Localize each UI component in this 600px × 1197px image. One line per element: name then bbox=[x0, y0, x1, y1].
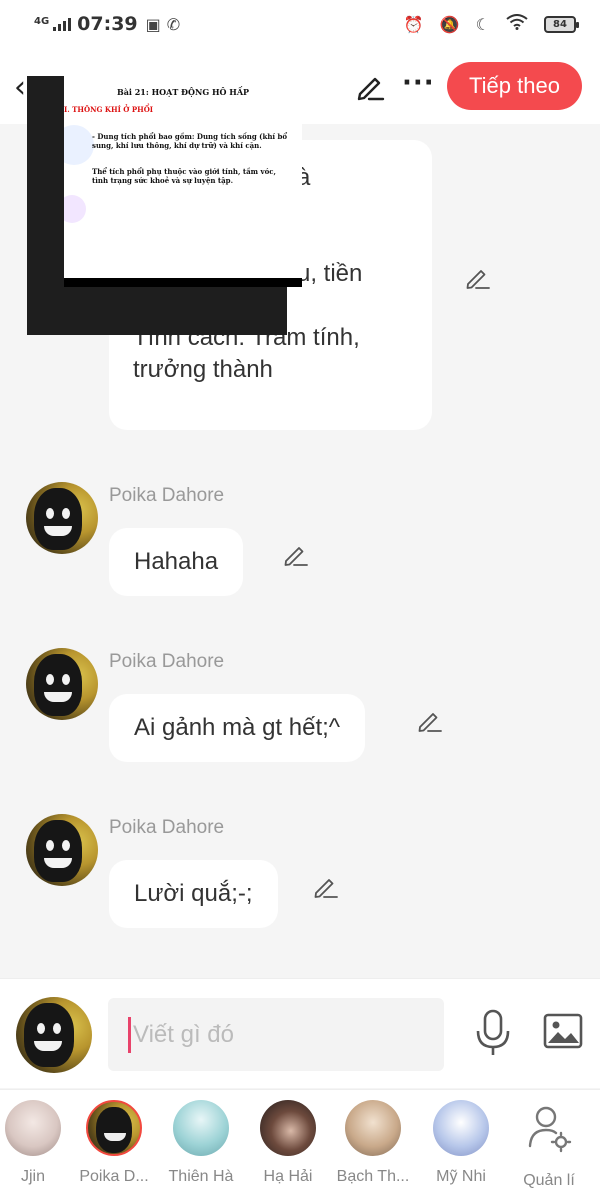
image-icon[interactable] bbox=[543, 1013, 583, 1049]
message-text-fragment: u, tiền bbox=[297, 260, 363, 287]
manage-label: Quản lí bbox=[523, 1172, 575, 1189]
character-label: Hạ Hải bbox=[263, 1168, 313, 1185]
phone-icon: ✆ bbox=[166, 14, 181, 34]
tab-character[interactable]: Jjin bbox=[0, 1100, 76, 1186]
edit-message-icon[interactable] bbox=[416, 706, 444, 734]
tab-manage[interactable]: Quản lí bbox=[506, 1100, 592, 1190]
tab-character[interactable]: Mỹ Nhi bbox=[418, 1100, 504, 1186]
sender-avatar[interactable] bbox=[26, 482, 98, 554]
slide-title: Bài 21: HOẠT ĐỘNG HÔ HẤP bbox=[116, 87, 250, 97]
slide-paragraph: Thể tích phổi phụ thuộc vào giới tính, t… bbox=[92, 167, 276, 185]
message-text: Hahaha bbox=[134, 548, 219, 575]
character-avatar bbox=[433, 1100, 489, 1156]
edit-message-icon[interactable] bbox=[312, 872, 340, 900]
battery-icon: 84 bbox=[544, 15, 579, 33]
alarm-icon: ⏰ bbox=[403, 14, 424, 34]
sender-name: Poika Dahore bbox=[109, 651, 225, 672]
message-text-line: trưởng thành bbox=[133, 356, 273, 383]
message-bubble: Ai gảnh mà gt hết;^ bbox=[109, 694, 366, 762]
sender-name: Poika Dahore bbox=[109, 817, 225, 838]
video-controls[interactable] bbox=[64, 278, 302, 287]
message-bubble: Lười quắ;-; bbox=[109, 860, 278, 928]
user-settings-icon bbox=[528, 1106, 572, 1153]
sender-name: Poika Dahore bbox=[109, 485, 225, 506]
presentation-slide: Bài 21: HOẠT ĐỘNG HÔ HẤP I. THÔNG KHÍ Ở … bbox=[64, 85, 302, 278]
more-options-icon[interactable]: ··· bbox=[402, 68, 435, 98]
character-label: Poika D... bbox=[79, 1168, 149, 1185]
my-avatar[interactable] bbox=[16, 997, 92, 1073]
character-avatar bbox=[86, 1100, 142, 1156]
notification-icon: ▣ bbox=[145, 14, 161, 34]
edit-icon[interactable] bbox=[354, 70, 386, 102]
signal-icon bbox=[53, 17, 72, 31]
character-label: Thiên Hà bbox=[168, 1168, 234, 1185]
floating-video-window[interactable]: Bài 21: HOẠT ĐỘNG HÔ HẤP I. THÔNG KHÍ Ở … bbox=[27, 76, 302, 335]
character-label: Mỹ Nhi bbox=[436, 1168, 486, 1185]
slide-subtitle: I. THÔNG KHÍ Ở PHỔI bbox=[64, 105, 154, 114]
slide-paragraph: - Dung tích phổi bao gồm: Dung tích sống… bbox=[92, 132, 288, 150]
network-type: 4G bbox=[34, 16, 50, 27]
wifi-icon bbox=[506, 14, 528, 34]
text-caret bbox=[128, 1016, 131, 1053]
message-input-placeholder: Viết gì đó bbox=[133, 1020, 234, 1048]
character-avatar bbox=[345, 1100, 401, 1156]
message-bubble: Hahaha bbox=[109, 528, 244, 596]
edit-message-icon[interactable] bbox=[282, 540, 310, 568]
next-button[interactable]: Tiếp theo bbox=[447, 62, 582, 110]
status-bar: 4G 07:39 ▣ ✆ ⏰ 🔕 ☾ 84 bbox=[0, 0, 600, 48]
video-titlebar bbox=[64, 76, 302, 85]
tab-character[interactable]: Bạch Th... bbox=[330, 1100, 416, 1186]
message-input[interactable]: Viết gì đó bbox=[108, 998, 444, 1071]
clock: 07:39 bbox=[77, 13, 138, 35]
message-text-fragment: à bbox=[297, 164, 311, 191]
sender-avatar[interactable] bbox=[26, 648, 98, 720]
character-avatar bbox=[260, 1100, 316, 1156]
character-avatar bbox=[5, 1100, 61, 1156]
microphone-icon[interactable] bbox=[474, 1009, 512, 1057]
message-composer: Viết gì đó bbox=[0, 978, 600, 1088]
tab-character[interactable]: Thiên Hà bbox=[158, 1100, 244, 1186]
moon-icon: ☾ bbox=[475, 14, 490, 34]
character-avatar bbox=[173, 1100, 229, 1156]
tab-character[interactable]: Hạ Hải bbox=[245, 1100, 331, 1186]
sender-avatar[interactable] bbox=[26, 814, 98, 886]
message-text: Lười quắ;-; bbox=[134, 880, 253, 907]
character-tab-bar: Jjin Poika D... Thiên Hà Hạ Hải Bạch Th.… bbox=[0, 1089, 600, 1197]
character-label: Bạch Th... bbox=[336, 1168, 410, 1185]
mute-icon: 🔕 bbox=[439, 14, 460, 34]
tab-character[interactable]: Poika D... bbox=[71, 1100, 157, 1186]
character-label: Jjin bbox=[20, 1168, 45, 1185]
back-arrow-icon[interactable]: ‹ bbox=[14, 70, 26, 105]
edit-message-icon[interactable] bbox=[464, 263, 492, 291]
message-text: Ai gảnh mà gt hết;^ bbox=[134, 714, 341, 741]
